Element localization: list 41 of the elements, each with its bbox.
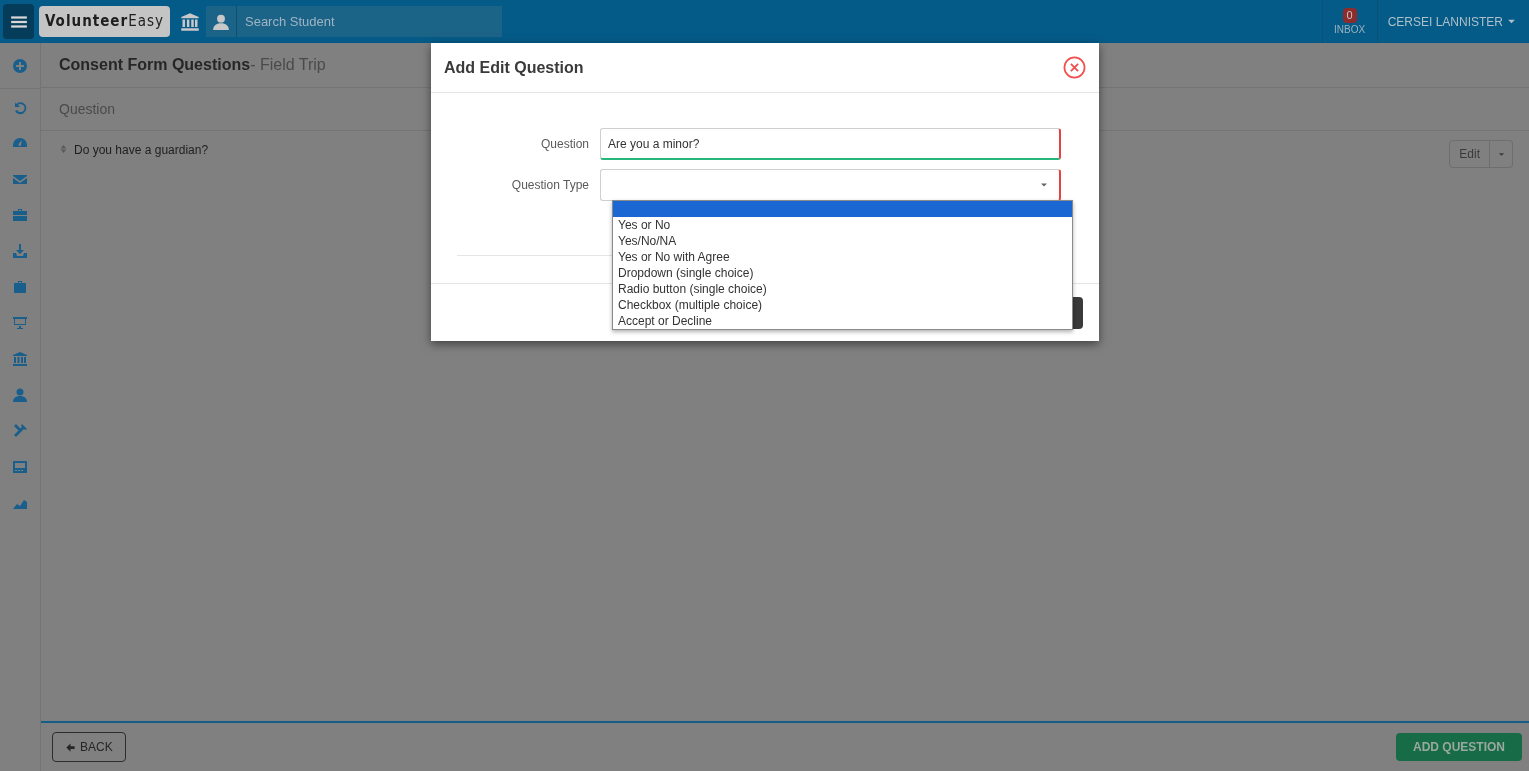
dropdown-option[interactable]: Yes or No <box>613 217 1072 233</box>
logo: VolunteerEasy <box>39 6 170 37</box>
dropdown-option[interactable]: Yes/No/NA <box>613 233 1072 249</box>
menu-button[interactable] <box>3 4 34 39</box>
caret-icon <box>1040 181 1048 189</box>
presentation-icon <box>12 315 28 331</box>
inbox-label: INBOX <box>1334 22 1366 36</box>
user-icon <box>212 12 230 31</box>
dropdown-option[interactable]: Checkbox (multiple choice) <box>613 297 1072 313</box>
close-icon <box>1062 56 1086 79</box>
back-button[interactable]: BACK <box>52 732 126 762</box>
dropdown-option[interactable]: Yes or No with Agree <box>613 249 1072 265</box>
dropdown-toggle[interactable] <box>1490 140 1513 168</box>
window-icon <box>12 459 28 475</box>
question-text: Do you have a guardian? <box>74 142 209 159</box>
bank-icon <box>12 351 28 367</box>
suitcase-icon <box>12 279 28 295</box>
caret-icon <box>1507 17 1516 26</box>
download-icon <box>12 243 28 259</box>
dropdown-option[interactable]: Radio button (single choice) <box>613 281 1072 297</box>
field-label: Question <box>539 136 590 153</box>
search-user-button[interactable] <box>206 6 237 37</box>
bank-icon <box>180 11 200 32</box>
user-icon <box>12 387 28 403</box>
inbox-count: 0 <box>1342 7 1357 23</box>
undo-icon <box>12 99 28 115</box>
arrow-left-icon <box>65 741 76 753</box>
search-field[interactable]: Search Student <box>237 6 502 37</box>
sort-icon <box>59 143 68 155</box>
field-label: Question Type <box>510 177 590 194</box>
caret-icon <box>1497 150 1505 158</box>
tools-icon <box>12 423 28 439</box>
question-field[interactable]: Are you a minor? <box>600 128 1061 160</box>
dropdown-option[interactable]: Accept or Decline <box>613 313 1072 329</box>
close-button[interactable] <box>1062 55 1086 80</box>
user-menu[interactable]: CERSEI LANNISTER <box>1377 0 1526 43</box>
dropdown-option[interactable]: Dropdown (single choice) <box>613 265 1072 281</box>
inbox-button[interactable]: 0 INBOX <box>1321 0 1378 43</box>
dialog-title: Add Edit Question <box>444 57 584 78</box>
plus-circle-icon <box>12 57 28 74</box>
briefcase-icon <box>12 207 28 223</box>
